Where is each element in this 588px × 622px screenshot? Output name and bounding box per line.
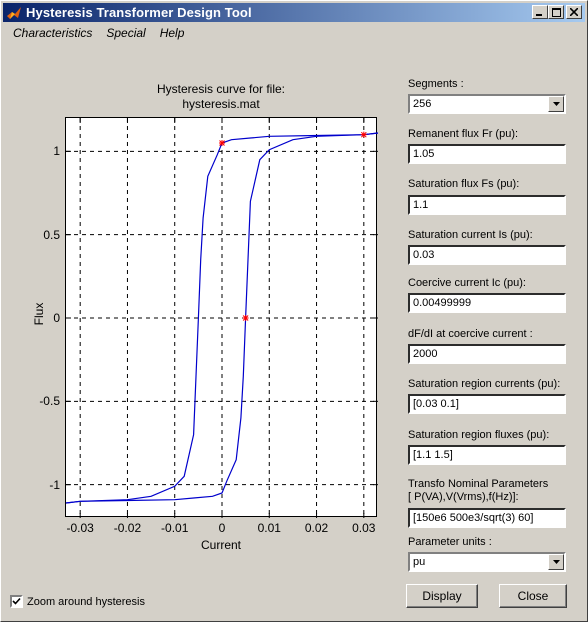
x-axis-label: Current [200,538,241,552]
segments-value: 256 [413,98,432,110]
sat-region-currents-input[interactable]: [0.03 0.1] [408,394,566,414]
saturation-flux-input[interactable]: 1.1 [408,195,566,215]
saturation-flux-label: Saturation flux Fs (pu): [408,178,520,190]
transfo-params-label-line2: [ P(VA),V(Vrms),f(Hz)]: [408,491,519,503]
dropdown-arrow-icon[interactable] [548,96,564,112]
x-tick-label: -0.01 [161,521,189,535]
y-tick-label: 1 [53,144,60,159]
y-axis-label: Flux [32,302,46,326]
parameter-units-value: pu [413,556,426,568]
zoom-checkbox-label: Zoom around hysteresis [27,595,145,608]
parameter-units-label: Parameter units : [408,536,492,548]
close-button[interactable]: Close [499,584,567,608]
display-button[interactable]: Display [406,584,478,608]
close-window-button[interactable] [566,5,582,19]
close-icon [570,8,578,16]
parameter-units-select[interactable]: pu [408,552,566,572]
maximize-button[interactable] [548,5,564,19]
dropdown-arrow-icon[interactable] [548,554,564,570]
x-tick-label: 0 [218,521,226,535]
x-tick-label: 0.03 [352,521,376,535]
title-bar[interactable]: Hysteresis Transformer Design Tool [3,3,585,22]
app-window: Hysteresis Transformer Design Tool Chara… [0,0,588,622]
marker-point [242,315,249,321]
y-tick-label: -1 [49,477,60,492]
x-tick-label: -0.03 [66,521,94,535]
plot-axes [65,117,379,518]
window-title: Hysteresis Transformer Design Tool [26,5,252,20]
remanent-flux-input[interactable]: 1.05 [408,144,566,164]
plot-title-line2: hysteresis.mat [182,97,260,111]
plot-title-line1: Hysteresis curve for file: [156,82,286,96]
y-tick-label: -0.5 [39,394,60,409]
marker-point [219,140,225,146]
sat-region-fluxes-input[interactable]: [1.1 1.5] [408,445,566,465]
coercive-current-label: Coercive current Ic (pu): [408,277,526,289]
zoom-checkbox-row[interactable]: Zoom around hysteresis [10,595,145,608]
minimize-icon [536,14,542,16]
segments-label: Segments : [408,78,464,90]
x-tick-label: -0.02 [113,521,142,535]
sat-region-currents-label: Saturation region currents (pu): [408,378,561,390]
coercive-current-input[interactable]: 0.00499999 [408,293,566,313]
x-tick-label: 0.02 [304,521,329,535]
zoom-checkbox[interactable] [10,595,23,608]
segments-select[interactable]: 256 [408,94,566,114]
checkmark-icon [12,597,21,605]
saturation-current-label: Saturation current Is (pu): [408,229,533,241]
remanent-flux-label: Remanent flux Fr (pu): [408,128,519,140]
saturation-current-input[interactable]: 0.03 [408,245,566,265]
menu-help[interactable]: Help [153,24,192,42]
menu-characteristics[interactable]: Characteristics [3,24,99,42]
sat-region-fluxes-label: Saturation region fluxes (pu): [408,429,550,441]
maximize-icon [551,7,561,17]
hysteresis-chart [65,118,379,518]
transfo-params-input[interactable]: [150e6 500e3/sqrt(3) 60] [408,508,566,528]
minimize-button[interactable] [532,5,548,19]
dfdi-input[interactable]: 2000 [408,344,566,364]
transfo-params-label-line1: Transfo Nominal Parameters [408,478,549,490]
dfdi-label: dF/dI at coercive current : [408,328,533,340]
marker-point [360,131,367,138]
matlab-logo-icon [6,5,22,21]
menu-bar: Characteristics Special Help [3,23,191,43]
menu-special[interactable]: Special [99,24,152,42]
y-tick-label: 0.5 [43,227,60,242]
x-tick-label: 0.01 [257,521,281,535]
